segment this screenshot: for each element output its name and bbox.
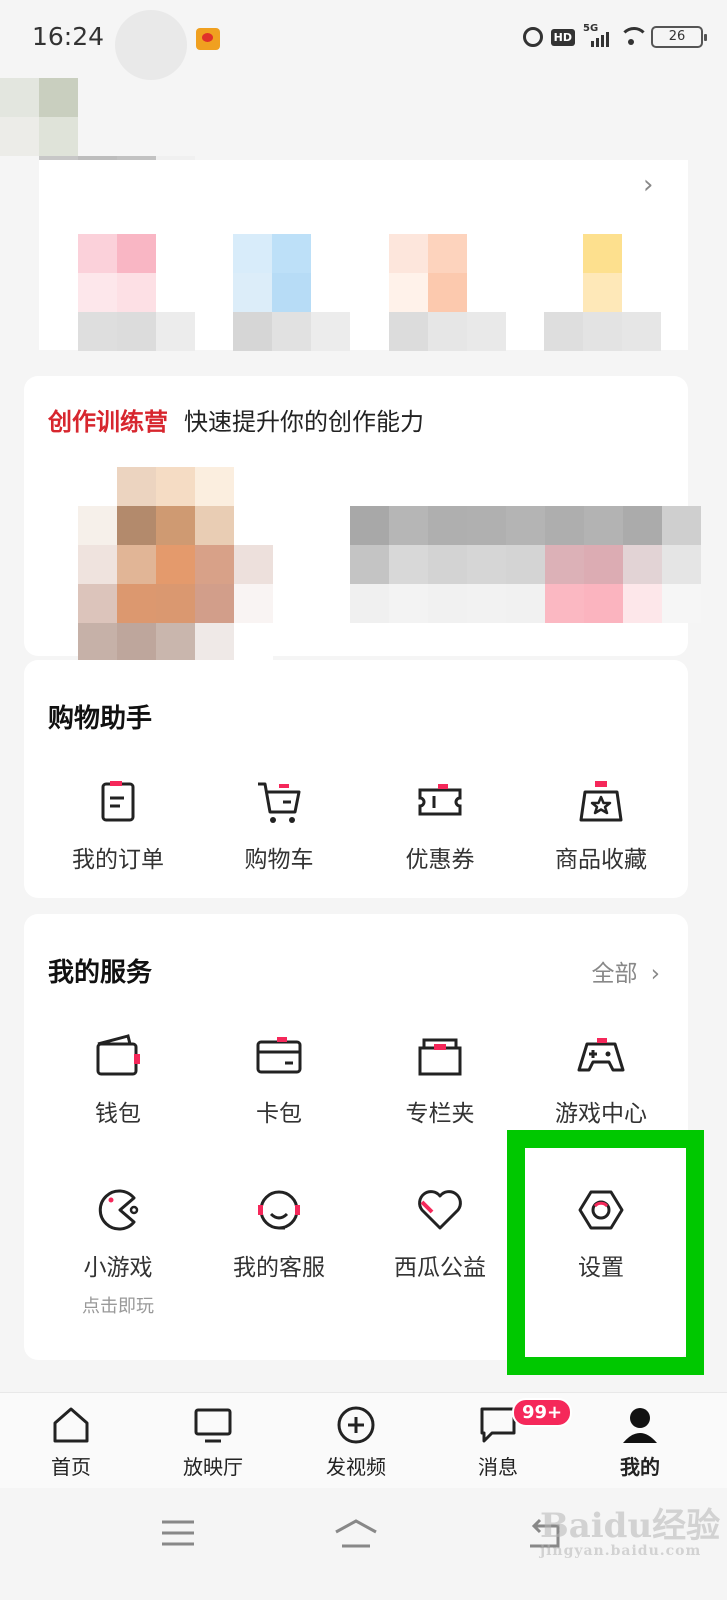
highlight-box bbox=[507, 1130, 704, 1375]
bottom-nav: 首页 放映厅 发视频 消息 我的 bbox=[0, 1392, 727, 1488]
cart-icon bbox=[255, 778, 303, 826]
status-time: 16:24 bbox=[32, 22, 105, 51]
card-wallet-label: 卡包 bbox=[256, 1101, 302, 1127]
column-folder-label: 专栏夹 bbox=[405, 1101, 475, 1127]
watermark-text: Baidu经验 bbox=[540, 1506, 721, 1546]
shopping-title: 购物助手 bbox=[48, 704, 153, 734]
watermark-url: jingyan.baidu.com bbox=[540, 1543, 702, 1559]
pixelated-tile-4[interactable] bbox=[544, 234, 661, 351]
my-orders-label: 我的订单 bbox=[72, 847, 164, 873]
nav-theater[interactable]: 放映厅 bbox=[163, 1405, 263, 1480]
nav-me-label: 我的 bbox=[620, 1455, 660, 1479]
battery-icon: 26 bbox=[651, 26, 707, 48]
pixelated-profile bbox=[0, 78, 78, 156]
add-video-icon bbox=[336, 1405, 376, 1445]
nav-home[interactable]: 首页 bbox=[21, 1405, 121, 1480]
nav-home-label: 首页 bbox=[51, 1455, 91, 1479]
coupon-icon bbox=[416, 778, 464, 826]
folder-icon bbox=[416, 1032, 464, 1080]
network-type: 5G bbox=[583, 23, 599, 34]
coupon-label: 优惠券 bbox=[405, 847, 475, 873]
nav-post-video[interactable]: 发视频 bbox=[306, 1405, 406, 1480]
nav-post-video-label: 发视频 bbox=[326, 1455, 386, 1479]
wallet-label: 钱包 bbox=[95, 1101, 141, 1127]
shopping-assistant-card: 购物助手 我的订单 购物车 优惠券 商品收藏 bbox=[24, 660, 688, 898]
card-icon bbox=[255, 1032, 303, 1080]
view-all-services-link[interactable]: 全部 › bbox=[591, 954, 660, 988]
profile-icon bbox=[620, 1405, 660, 1445]
campaign-description: 快速提升你的创作能力 bbox=[184, 408, 424, 436]
favorite-bag-icon bbox=[577, 778, 625, 826]
pixelated-campaign-text[interactable] bbox=[350, 506, 701, 623]
home-icon bbox=[51, 1405, 91, 1445]
menu-icon[interactable] bbox=[160, 1518, 196, 1552]
weibo-notification-icon bbox=[196, 28, 220, 50]
xigua-charity-label: 西瓜公益 bbox=[394, 1255, 486, 1281]
wallet-icon bbox=[94, 1032, 142, 1080]
xigua-charity-button[interactable]: 西瓜公益 bbox=[365, 1186, 515, 1282]
alarm-icon bbox=[522, 27, 543, 47]
product-favorites-button[interactable]: 商品收藏 bbox=[526, 778, 676, 874]
tv-icon bbox=[193, 1405, 233, 1445]
cart-label: 购物车 bbox=[244, 847, 314, 873]
status-icons: HD 5G 26 bbox=[522, 23, 707, 48]
system-home-icon[interactable] bbox=[332, 1518, 380, 1554]
my-orders-button[interactable]: 我的订单 bbox=[43, 778, 193, 874]
nav-me[interactable]: 我的 bbox=[590, 1405, 690, 1480]
hd-icon: HD bbox=[550, 28, 575, 46]
mini-games-button[interactable]: 小游戏 点击即玩 bbox=[43, 1186, 193, 1318]
nav-theater-label: 放映厅 bbox=[183, 1455, 243, 1479]
nav-messages-label: 消息 bbox=[478, 1455, 518, 1479]
mini-games-sublabel: 点击即玩 bbox=[82, 1296, 154, 1317]
pixelated-tile-3[interactable] bbox=[389, 234, 506, 351]
pixelated-campaign-image[interactable] bbox=[78, 467, 273, 662]
wallet-button[interactable]: 钱包 bbox=[43, 1032, 193, 1128]
game-center-button[interactable]: 游戏中心 bbox=[526, 1032, 676, 1128]
customer-service-label: 我的客服 bbox=[233, 1255, 325, 1281]
coupon-button[interactable]: 优惠券 bbox=[365, 778, 515, 874]
blurred-avatar bbox=[115, 10, 187, 80]
order-icon bbox=[94, 778, 142, 826]
cart-button[interactable]: 购物车 bbox=[204, 778, 354, 874]
baidu-watermark: Baidu经验 jingyan.baidu.com bbox=[540, 1498, 720, 1559]
pacman-icon bbox=[94, 1186, 142, 1234]
pixelated-tile-2[interactable] bbox=[233, 234, 350, 351]
game-center-label: 游戏中心 bbox=[555, 1101, 647, 1127]
gamepad-icon bbox=[577, 1032, 625, 1080]
card-wallet-button[interactable]: 卡包 bbox=[204, 1032, 354, 1128]
campaign-tag: 创作训练营 bbox=[48, 408, 168, 436]
headset-icon bbox=[255, 1186, 303, 1234]
campaign-banner[interactable]: 创作训练营 快速提升你的创作能力 bbox=[48, 402, 424, 437]
product-favorites-label: 商品收藏 bbox=[555, 847, 647, 873]
chevron-right-icon: › bbox=[650, 961, 660, 987]
message-badge: 99+ bbox=[512, 1398, 573, 1427]
signal-icon: 5G bbox=[583, 23, 611, 47]
customer-service-button[interactable]: 我的客服 bbox=[204, 1186, 354, 1282]
wifi-icon bbox=[619, 27, 649, 47]
services-title: 我的服务 bbox=[48, 958, 153, 988]
pixelated-tile-1[interactable] bbox=[78, 234, 195, 351]
column-folder-button[interactable]: 专栏夹 bbox=[365, 1032, 515, 1128]
status-bar: 16:24 HD 5G 26 bbox=[0, 0, 727, 80]
mini-games-label: 小游戏 bbox=[83, 1255, 153, 1281]
heart-icon bbox=[416, 1186, 464, 1234]
view-all-label: 全部 bbox=[591, 961, 638, 987]
chevron-right-icon[interactable]: › bbox=[643, 170, 653, 200]
